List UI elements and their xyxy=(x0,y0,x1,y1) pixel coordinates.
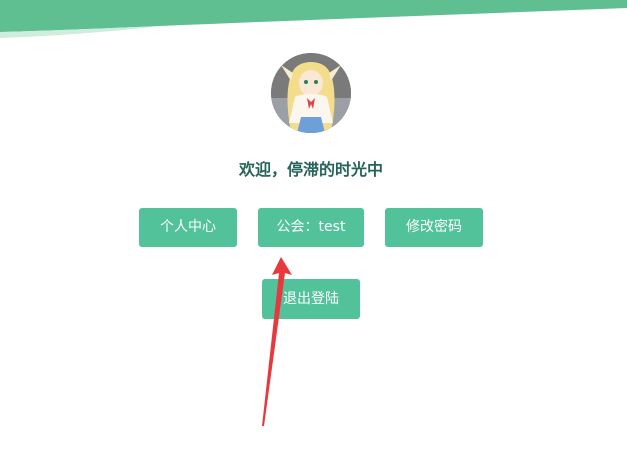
guild-button[interactable]: 公会：test xyxy=(258,208,364,247)
welcome-message: 欢迎，停滞的时光中 xyxy=(238,160,383,179)
header-wave-decoration xyxy=(0,0,627,38)
user-avatar xyxy=(271,53,351,133)
change-password-button[interactable]: 修改密码 xyxy=(385,208,483,247)
profile-button[interactable]: 个人中心 xyxy=(139,208,237,247)
logout-button[interactable]: 退出登陆 xyxy=(262,279,360,319)
